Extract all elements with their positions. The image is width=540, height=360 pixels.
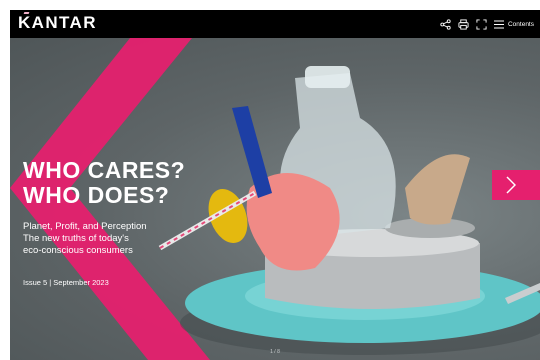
chevron-right-icon — [506, 176, 516, 194]
issue-label: Issue 5 | September 2023 — [23, 278, 109, 287]
cover-title-line2: WHO DOES? — [23, 182, 170, 208]
paper-cup — [405, 154, 470, 225]
yellow-lid — [208, 188, 248, 244]
next-page-button[interactable] — [492, 170, 540, 200]
cover-title-line1: WHO CARES? — [23, 157, 186, 183]
fullscreen-button[interactable] — [476, 18, 487, 30]
share-icon — [440, 18, 451, 30]
bottle-cap — [305, 66, 350, 88]
kantar-logo-text: KANTAR — [18, 13, 97, 32]
fullscreen-icon — [476, 18, 487, 30]
toolbar-actions: Contents — [440, 10, 534, 38]
contents-label: Contents — [507, 20, 534, 28]
print-icon — [458, 18, 469, 30]
contents-button[interactable]: Contents — [493, 20, 534, 29]
cover-subtitle-line1: Planet, Profit, and Perception — [23, 221, 147, 232]
cover-subtitle-line3: eco-conscious consumers — [23, 245, 133, 256]
top-toolbar: KANTAR Contents — [10, 10, 540, 38]
blue-plastic-fork — [232, 106, 272, 198]
kantar-logo[interactable]: KANTAR — [18, 13, 97, 33]
cover-subtitle-line2: The new truths of today's — [23, 233, 129, 244]
cover-title: WHO CARES? WHO DOES? — [23, 158, 185, 208]
flipbook-viewer: WHO CARES? WHO DOES? Planet, Profit, and… — [10, 10, 540, 360]
page-indicator: 1 / 8 — [270, 349, 280, 355]
print-button[interactable] — [458, 18, 469, 30]
menu-icon — [493, 20, 504, 28]
share-button[interactable] — [440, 18, 451, 30]
cover-subtitle: Planet, Profit, and Perception The new t… — [23, 221, 147, 257]
cover-page: WHO CARES? WHO DOES? Planet, Profit, and… — [10, 38, 540, 360]
